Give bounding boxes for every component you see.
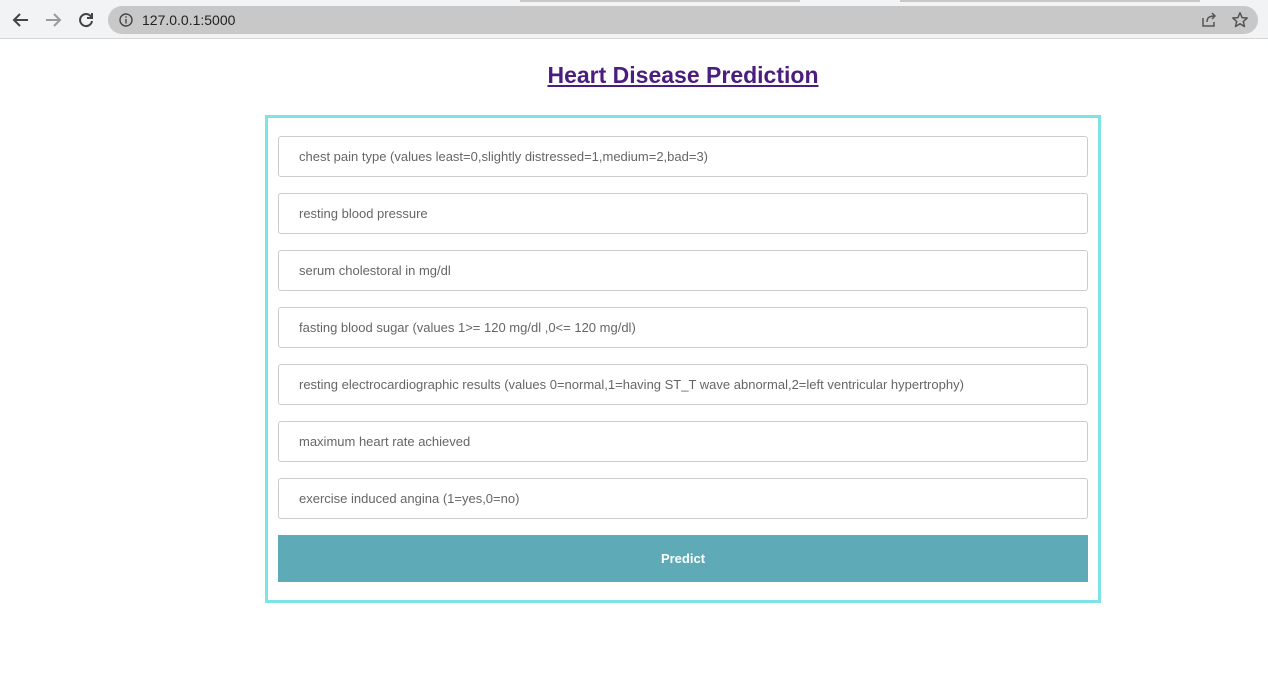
reload-icon [79,13,93,28]
resting-blood-pressure-input[interactable] [278,193,1088,234]
arrow-right-icon [46,13,62,27]
tab-edge [520,0,800,2]
page-title: Heart Disease Prediction [547,62,819,88]
exercise-angina-input[interactable] [278,478,1088,519]
chest-pain-type-input[interactable] [278,136,1088,177]
prediction-form: Predict [265,115,1101,603]
address-bar[interactable]: 127.0.0.1:5000 [108,6,1258,34]
url-text[interactable]: 127.0.0.1:5000 [142,12,235,28]
tab-edge [900,0,1200,2]
serum-cholesterol-input[interactable] [278,250,1088,291]
arrow-left-icon [12,13,28,27]
fasting-blood-sugar-input[interactable] [278,307,1088,348]
max-heart-rate-input[interactable] [278,421,1088,462]
info-icon[interactable] [119,13,133,27]
share-icon[interactable] [1200,11,1218,29]
bookmark-star-icon[interactable] [1231,11,1249,29]
predict-button[interactable]: Predict [278,535,1088,582]
resting-ecg-input[interactable] [278,364,1088,405]
browser-toolbar: 127.0.0.1:5000 [0,0,1268,39]
back-button[interactable] [9,8,33,32]
forward-button[interactable] [41,8,65,32]
reload-button[interactable] [74,8,98,32]
